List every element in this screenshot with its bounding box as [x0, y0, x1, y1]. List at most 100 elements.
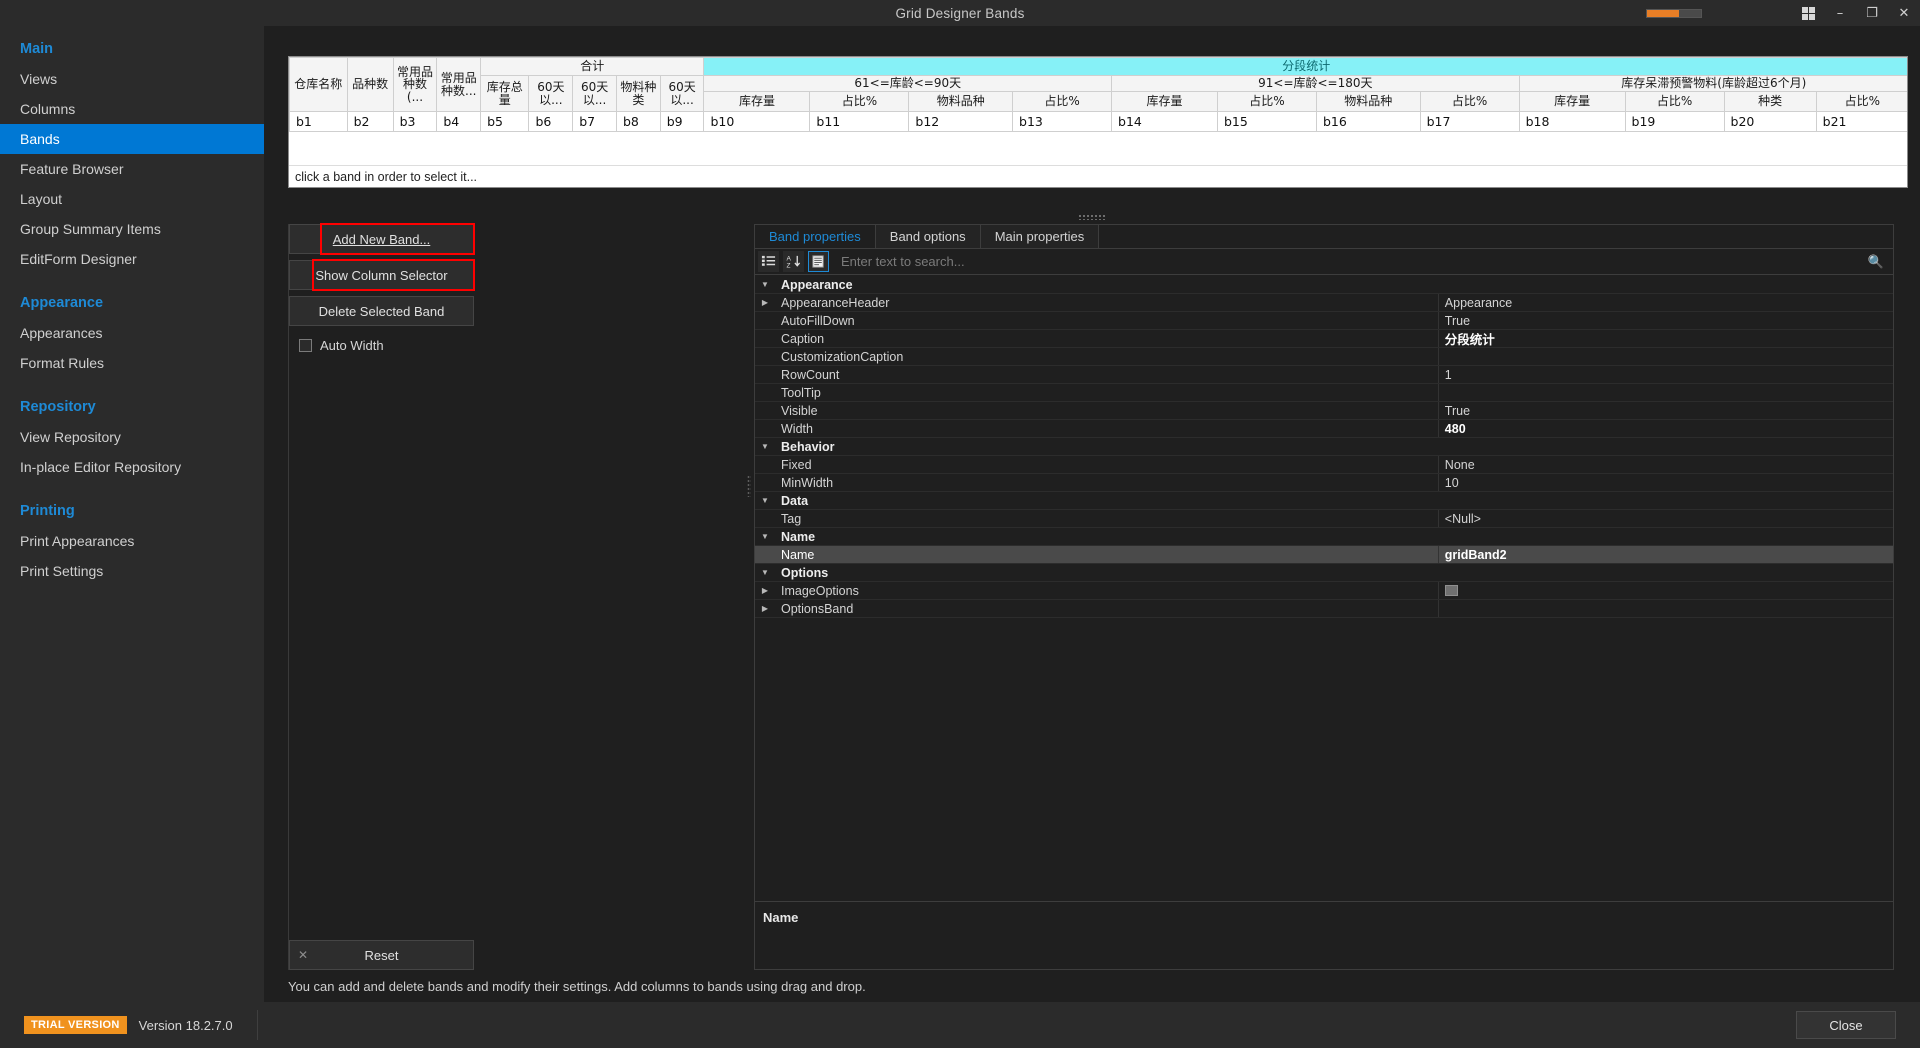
band-name-cell[interactable]: b20 [1723, 111, 1817, 132]
maximize-button[interactable]: ❐ [1856, 0, 1888, 26]
band-header-cell[interactable]: 常用品种数... [436, 57, 482, 112]
band-header-cell[interactable]: 库存量 [1111, 91, 1218, 112]
sidebar-item-appearances[interactable]: Appearances [0, 318, 264, 348]
property-search[interactable]: 🔍 [837, 251, 1890, 272]
show-column-selector-button[interactable]: Show Column Selector [289, 259, 475, 291]
band-header-cell[interactable]: 占比% [1012, 91, 1113, 112]
close-window-button[interactable]: ✕ [1888, 0, 1920, 26]
chevron-down-icon[interactable]: ▼ [755, 532, 775, 541]
band-header-cell[interactable]: 库存呆滞预警物料(库龄超过6个月) [1518, 75, 1907, 92]
add-new-band-button[interactable]: Add New Band... [289, 223, 475, 255]
property-category-row[interactable]: ▼ Behavior [755, 438, 1893, 456]
band-name-cell[interactable]: b17 [1419, 111, 1520, 132]
band-name-cell[interactable]: b11 [809, 111, 910, 132]
property-value[interactable] [1437, 384, 1893, 401]
band-header-cell[interactable]: 库存量 [703, 91, 811, 112]
search-icon[interactable]: 🔍 [1868, 254, 1884, 270]
property-value[interactable]: Appearance [1437, 294, 1893, 311]
property-value[interactable]: True [1437, 312, 1893, 329]
band-header-cell[interactable]: 60天以... [572, 75, 617, 112]
delete-selected-band-button[interactable]: Delete Selected Band [289, 296, 474, 326]
band-header-cell[interactable]: 占比% [1815, 91, 1907, 112]
tab-band-properties[interactable]: Band properties [755, 225, 876, 248]
band-preview[interactable]: 仓库名称 品种数 常用品种数(... 常用品种数... 合计 分段统计 库存总量 60天以..… [288, 56, 1908, 188]
property-value[interactable]: None [1437, 456, 1893, 473]
band-name-cell[interactable]: b13 [1012, 111, 1113, 132]
band-header-cell[interactable]: 60天以... [659, 75, 705, 112]
property-row[interactable]: Name gridBand2 [755, 546, 1893, 564]
band-header-cell[interactable]: 物料品种 [1315, 91, 1421, 112]
band-header-cell[interactable]: 库存量 [1518, 91, 1626, 112]
property-category-row[interactable]: ▼ Appearance [755, 276, 1893, 294]
auto-width-checkbox[interactable] [299, 339, 312, 352]
band-header-cell[interactable]: 91<=库龄<=180天 [1111, 75, 1520, 92]
property-category-row[interactable]: ▼ Data [755, 492, 1893, 510]
sidebar-item-group-summary-items[interactable]: Group Summary Items [0, 214, 264, 244]
sidebar-item-columns[interactable]: Columns [0, 94, 264, 124]
property-row[interactable]: ▶ OptionsBand [755, 600, 1893, 618]
property-category-row[interactable]: ▼ Options [755, 564, 1893, 582]
chevron-down-icon[interactable]: ▼ [755, 496, 775, 505]
band-name-cell[interactable]: b2 [346, 111, 394, 132]
sidebar-item-print-settings[interactable]: Print Settings [0, 556, 264, 586]
band-header-cell[interactable]: 仓库名称 [289, 57, 348, 112]
property-value[interactable]: gridBand2 [1437, 546, 1893, 563]
sidebar-item-view-repository[interactable]: View Repository [0, 422, 264, 452]
property-row[interactable]: RowCount 1 [755, 366, 1893, 384]
band-name-cell[interactable]: b8 [615, 111, 661, 132]
property-row[interactable]: Caption 分段统计 [755, 330, 1893, 348]
auto-width-row[interactable]: Auto Width [289, 332, 474, 353]
band-header-cell[interactable]: 种类 [1723, 91, 1817, 112]
band-header-cell[interactable]: 常用品种数(... [392, 57, 438, 112]
band-header-cell[interactable]: 品种数 [346, 57, 394, 112]
property-value[interactable]: 1 [1437, 366, 1893, 383]
sidebar-item-format-rules[interactable]: Format Rules [0, 348, 264, 378]
band-header-cell[interactable]: 占比% [1216, 91, 1317, 112]
chevron-right-icon[interactable]: ▶ [755, 604, 775, 613]
property-value[interactable]: 10 [1437, 474, 1893, 491]
property-value[interactable]: 分段统计 [1437, 330, 1893, 347]
band-header-cell[interactable]: 占比% [1624, 91, 1725, 112]
property-row[interactable]: Visible True [755, 402, 1893, 420]
band-name-cell[interactable]: b21 [1815, 111, 1907, 132]
band-header-cell[interactable]: 61<=库龄<=90天 [703, 75, 1113, 92]
property-row[interactable]: Tag <Null> [755, 510, 1893, 528]
property-row[interactable]: Fixed None [755, 456, 1893, 474]
property-row[interactable]: Width 480 [755, 420, 1893, 438]
band-name-cell[interactable]: b9 [659, 111, 705, 132]
band-name-cell[interactable]: b5 [480, 111, 530, 132]
property-value[interactable] [1437, 600, 1893, 617]
property-value[interactable]: 480 [1437, 420, 1893, 437]
property-row[interactable]: ▶ AppearanceHeader Appearance [755, 294, 1893, 312]
band-name-cell[interactable]: b19 [1624, 111, 1725, 132]
band-name-cell[interactable]: b7 [572, 111, 617, 132]
chevron-down-icon[interactable]: ▼ [755, 280, 775, 289]
band-name-cell[interactable]: b10 [703, 111, 811, 132]
band-name-cell[interactable]: b16 [1315, 111, 1421, 132]
sidebar-item-layout[interactable]: Layout [0, 184, 264, 214]
sidebar-item-print-appearances[interactable]: Print Appearances [0, 526, 264, 556]
property-value[interactable] [1437, 582, 1893, 599]
chevron-down-icon[interactable]: ▼ [755, 442, 775, 451]
reset-button[interactable]: ✕ Reset [289, 940, 474, 970]
band-header-cell[interactable]: 分段统计 [703, 57, 1907, 76]
tab-band-options[interactable]: Band options [875, 225, 981, 248]
band-header-cell[interactable]: 60天以... [528, 75, 574, 112]
chevron-down-icon[interactable]: ▼ [755, 568, 775, 577]
band-name-cell[interactable]: b3 [392, 111, 438, 132]
sidebar-item-feature-browser[interactable]: Feature Browser [0, 154, 264, 184]
band-header-cell[interactable]: 合计 [480, 57, 705, 76]
chevron-right-icon[interactable]: ▶ [755, 298, 775, 307]
band-header-cell[interactable]: 占比% [809, 91, 910, 112]
sidebar-item-views[interactable]: Views [0, 64, 264, 94]
close-button[interactable]: Close [1796, 1011, 1896, 1039]
band-name-cell[interactable]: b18 [1518, 111, 1626, 132]
panel-grip[interactable] [747, 475, 751, 497]
property-row[interactable]: ToolTip [755, 384, 1893, 402]
band-name-cell[interactable]: b15 [1216, 111, 1317, 132]
band-header-cell[interactable]: 占比% [1419, 91, 1520, 112]
property-row[interactable]: CustomizationCaption [755, 348, 1893, 366]
band-name-cell[interactable]: b6 [528, 111, 574, 132]
band-header-cell[interactable]: 物料种类 [615, 75, 661, 112]
property-value[interactable] [1437, 348, 1893, 365]
